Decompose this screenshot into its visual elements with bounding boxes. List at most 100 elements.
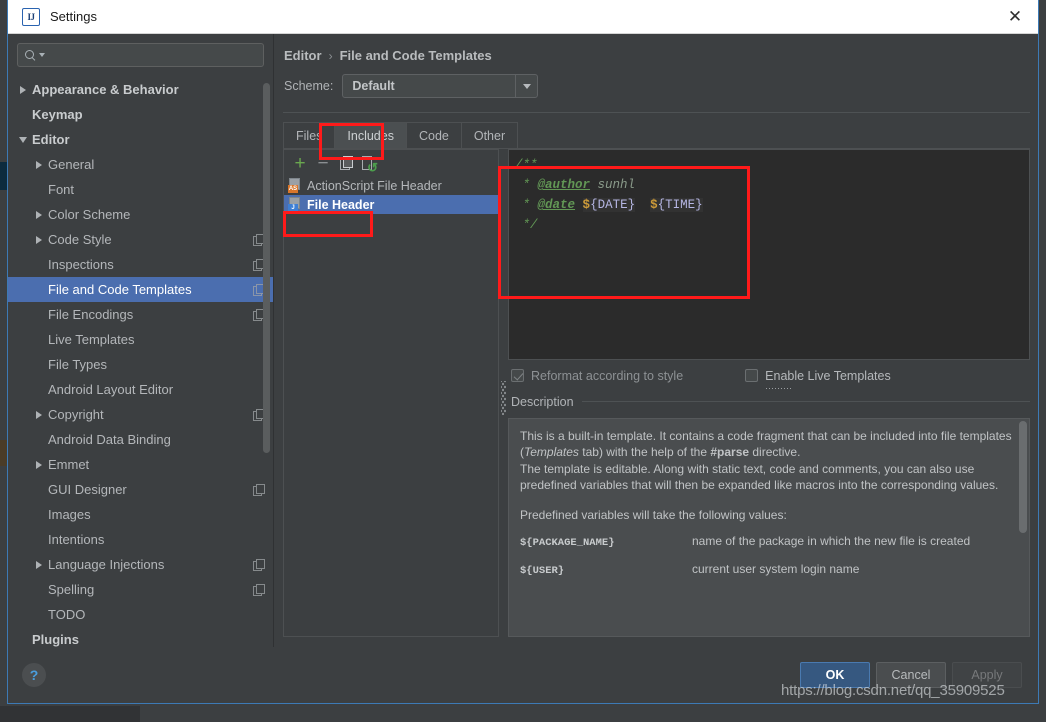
- sidebar-item-label: GUI Designer: [48, 482, 127, 497]
- chevron-down-icon[interactable]: [14, 136, 32, 143]
- remove-template-button[interactable]: −: [313, 153, 333, 173]
- search-box[interactable]: [17, 43, 264, 67]
- template-options-row: Reformat according to style Enable Live T…: [508, 360, 1030, 392]
- tab-other[interactable]: Other: [460, 122, 519, 148]
- split-pane-divider[interactable]: [499, 149, 508, 647]
- reset-template-button[interactable]: [359, 153, 379, 174]
- code-line-3-star: *: [515, 198, 538, 212]
- minus-icon: −: [317, 152, 329, 174]
- template-name: ActionScript File Header: [307, 178, 442, 193]
- intellij-idea-icon: IJ: [22, 7, 40, 26]
- sidebar-scrollbar-thumb[interactable]: [263, 83, 270, 453]
- sidebar-item-code-style[interactable]: Code Style: [8, 227, 273, 252]
- desc-p1-bold: #parse: [710, 445, 750, 459]
- sidebar-item-plugins[interactable]: Plugins: [8, 627, 273, 647]
- checkbox-box[interactable]: [745, 369, 759, 382]
- search-input[interactable]: [49, 47, 257, 63]
- sidebar-item-font[interactable]: Font: [8, 177, 273, 202]
- sidebar-item-inspections[interactable]: Inspections: [8, 252, 273, 277]
- description-header: Description: [508, 392, 1030, 412]
- description-scrollbar-thumb[interactable]: [1019, 420, 1027, 533]
- description-title: Description: [511, 394, 574, 409]
- sidebar-item-images[interactable]: Images: [8, 502, 273, 527]
- tab-label: Files: [296, 128, 323, 143]
- apply-button: Apply: [952, 662, 1022, 688]
- sidebar-item-todo[interactable]: TODO: [8, 602, 273, 627]
- sidebar-item-file-and-code-templates[interactable]: File and Code Templates: [8, 277, 273, 302]
- chevron-right-icon[interactable]: [14, 85, 32, 94]
- close-icon[interactable]: ✕: [1004, 6, 1026, 28]
- template-list[interactable]: AS ActionScript File Header J File Header: [284, 176, 498, 636]
- sidebar-item-label: Live Templates: [48, 332, 135, 347]
- sidebar-item-appearance-behavior[interactable]: Appearance & Behavior: [8, 77, 273, 102]
- dialog-title-bar: IJ Settings ✕: [8, 0, 1038, 34]
- ok-button[interactable]: OK: [800, 662, 870, 688]
- chevron-right-icon[interactable]: [30, 410, 48, 419]
- copy-template-button[interactable]: [336, 153, 356, 173]
- desc-p1-b: tab) with the help of the: [578, 445, 711, 459]
- list-item[interactable]: J File Header: [284, 195, 498, 214]
- sidebar-item-gui-designer[interactable]: GUI Designer: [8, 477, 273, 502]
- sidebar-item-keymap[interactable]: Keymap: [8, 102, 273, 127]
- breadcrumb-parent[interactable]: Editor: [284, 48, 322, 63]
- sidebar-item-label: Images: [48, 507, 91, 522]
- sidebar-item-label: Inspections: [48, 257, 114, 272]
- sidebar-item-label: File Types: [48, 357, 108, 372]
- sidebar-item-android-layout-editor[interactable]: Android Layout Editor: [8, 377, 273, 402]
- chevron-down-icon[interactable]: [39, 53, 45, 57]
- chevron-right-icon[interactable]: [30, 560, 48, 569]
- sidebar-item-label: Plugins: [32, 632, 79, 647]
- sidebar-item-spelling[interactable]: Spelling: [8, 577, 273, 602]
- sidebar-item-label: Spelling: [48, 582, 95, 597]
- sidebar-item-live-templates[interactable]: Live Templates: [8, 327, 273, 352]
- sidebar-item-copyright[interactable]: Copyright: [8, 402, 273, 427]
- list-item[interactable]: AS ActionScript File Header: [284, 176, 498, 195]
- template-code-editor[interactable]: /** * @author sunhl * @date ${DATE} ${TI…: [508, 149, 1030, 360]
- sidebar-item-general[interactable]: General: [8, 152, 273, 177]
- breadcrumb-separator: ›: [328, 48, 333, 63]
- description-box[interactable]: This is a built-in template. It contains…: [508, 417, 1030, 637]
- sidebar-item-label: Android Data Binding: [48, 432, 171, 447]
- cancel-button[interactable]: Cancel: [876, 662, 946, 688]
- checkbox-enable-live-templates[interactable]: Enable Live Templates: [745, 369, 891, 391]
- description-scrollbar-track[interactable]: [1019, 420, 1027, 635]
- code-var-date: {DATE}: [590, 198, 636, 212]
- tab-files[interactable]: Files: [283, 122, 336, 148]
- sidebar-item-label: Editor: [32, 132, 70, 147]
- tab-code[interactable]: Code: [405, 122, 462, 148]
- sidebar-item-emmet[interactable]: Emmet: [8, 452, 273, 477]
- chevron-right-icon[interactable]: [30, 160, 48, 169]
- sidebar-item-language-injections[interactable]: Language Injections: [8, 552, 273, 577]
- copy-icon: [339, 156, 353, 170]
- sidebar-item-intentions[interactable]: Intentions: [8, 527, 273, 552]
- checkbox-box[interactable]: [511, 369, 524, 382]
- sidebar-item-file-types[interactable]: File Types: [8, 352, 273, 377]
- scheme-select[interactable]: Default: [342, 74, 539, 98]
- sidebar-item-label: File and Code Templates: [48, 282, 192, 297]
- chevron-right-icon[interactable]: [30, 235, 48, 244]
- templates-split-pane: + − AS ActionScript File Header J File Head…: [283, 149, 1030, 647]
- template-code-text[interactable]: /** * @author sunhl * @date ${DATE} ${TI…: [509, 150, 1029, 235]
- add-template-button[interactable]: +: [290, 153, 310, 173]
- help-button[interactable]: ?: [22, 663, 46, 687]
- sidebar-item-color-scheme[interactable]: Color Scheme: [8, 202, 273, 227]
- backdrop-right-strip: [1040, 0, 1046, 722]
- sidebar-item-editor[interactable]: Editor: [8, 127, 273, 152]
- chevron-down-icon[interactable]: [515, 75, 537, 97]
- code-author-value: sunhl: [590, 178, 636, 192]
- description-paragraph-3: Predefined variables will take the follo…: [520, 507, 787, 522]
- dialog-button-group: OK Cancel Apply: [800, 662, 1022, 688]
- sidebar-item-android-data-binding[interactable]: Android Data Binding: [8, 427, 273, 452]
- tab-includes[interactable]: Includes: [334, 122, 407, 148]
- checkbox-reformat-according-to-style[interactable]: Reformat according to style: [511, 369, 683, 383]
- sidebar-item-label: Android Layout Editor: [48, 382, 174, 397]
- dialog-title: Settings: [50, 9, 97, 24]
- template-list-panel: + − AS ActionScript File Header J File Head…: [283, 149, 499, 637]
- sidebar-item-label: Appearance & Behavior: [32, 82, 179, 97]
- sidebar-scrollbar-track[interactable]: [263, 75, 270, 647]
- chevron-right-icon[interactable]: [30, 460, 48, 469]
- sidebar-item-file-encodings[interactable]: File Encodings: [8, 302, 273, 327]
- settings-tree[interactable]: Appearance & Behavior Keymap Editor General…: [8, 75, 273, 647]
- chevron-right-icon[interactable]: [30, 210, 48, 219]
- checkbox-label: Reformat according to style: [531, 368, 684, 383]
